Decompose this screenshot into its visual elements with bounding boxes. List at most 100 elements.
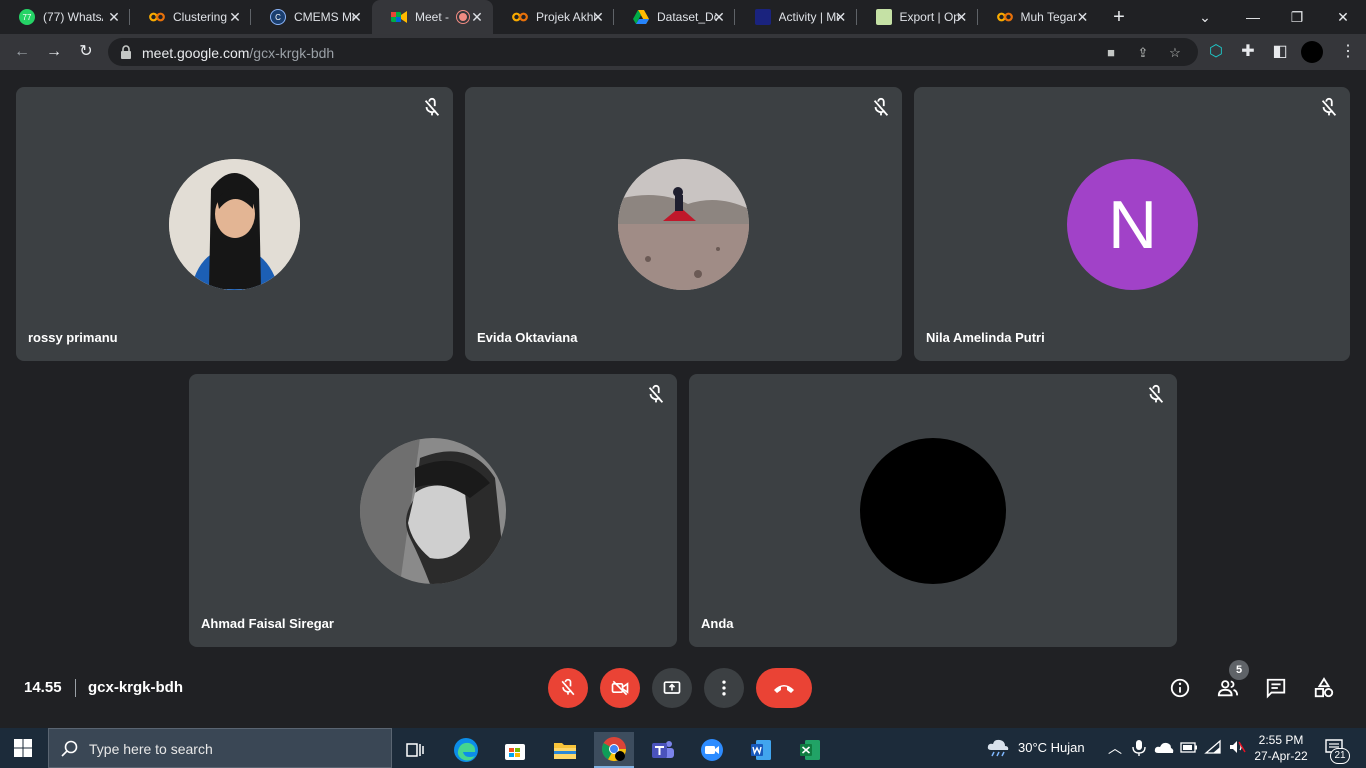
participant-name: Nila Amelinda Putri [926,330,1045,345]
colab-icon [149,9,165,25]
onedrive-cloud-icon[interactable] [1154,741,1174,754]
menu-dots-icon[interactable]: ⋮ [1336,40,1360,64]
participant-tile-self[interactable]: Anda [689,374,1177,647]
close-icon[interactable]: ✕ [1075,9,1091,25]
tab-title: Dataset_Do [657,10,717,24]
meeting-details-button[interactable] [1168,676,1192,700]
share-icon[interactable]: ⇪ [1134,44,1152,62]
address-bar[interactable]: meet.google.com/gcx-krgk-bdh ■ ⇪ ☆ [108,38,1198,66]
close-icon[interactable]: ✕ [590,9,606,25]
file-explorer-icon[interactable] [545,732,585,768]
avatar [169,159,300,290]
more-options-button[interactable] [704,668,744,708]
close-icon[interactable]: ✕ [348,9,364,25]
back-icon[interactable]: ← [10,40,34,64]
tab-whatsapp[interactable]: 77 (77) WhatsApp ✕ [0,0,130,34]
activity-icon [754,9,771,25]
browser-toolbar: ← → ↻ meet.google.com/gcx-krgk-bdh ■ ⇪ ☆… [0,34,1366,70]
end-call-button[interactable] [756,668,812,708]
forward-icon[interactable]: → [42,40,66,64]
close-icon[interactable]: ✕ [711,9,727,25]
participant-name: Anda [701,616,734,631]
profile-avatar[interactable] [1300,40,1324,64]
camera-in-use-icon[interactable]: ■ [1102,44,1120,62]
side-panel-icon[interactable]: ◧ [1268,40,1292,64]
url-text: meet.google.com/gcx-krgk-bdh [142,45,334,61]
microphone-icon[interactable] [1132,739,1146,757]
info-icon [1170,678,1190,698]
chrome-icon[interactable] [594,732,634,768]
close-icon[interactable]: ✕ [227,9,243,25]
clock-time: 2:55 PM [1258,733,1304,747]
minimize-icon[interactable]: — [1242,6,1264,28]
tab-search-chevron-icon[interactable]: ⌄ [1194,6,1216,28]
more-vert-icon [722,680,726,696]
camera-toggle-button[interactable] [600,668,640,708]
tab-cmems[interactable]: C CMEMS Motu ✕ [251,0,372,34]
colab-icon [996,9,1013,25]
mic-off-icon [1321,97,1337,116]
tab-dataset[interactable]: Dataset_Do ✕ [614,0,735,34]
taskbar-clock[interactable]: 2:55 PM 27-Apr-22 [1250,732,1312,764]
tray-chevron-up-icon[interactable]: ︿ [1108,738,1122,758]
mic-off-icon [424,97,440,116]
participant-tile[interactable]: Evida Oktaviana [465,87,902,361]
windows-start-icon[interactable] [14,739,32,757]
chat-button[interactable] [1264,676,1288,700]
drive-icon [633,9,649,25]
close-icon[interactable]: ✕ [833,9,849,25]
bookmark-star-icon[interactable]: ☆ [1166,44,1184,62]
extension-icon[interactable]: ⬡ [1204,40,1228,64]
lock-icon[interactable] [118,44,134,60]
tab-meet[interactable]: Meet - gcx ✕ [372,0,493,34]
avatar-letter: N [1107,186,1158,263]
people-icon [1217,680,1239,697]
word-icon[interactable] [741,732,781,768]
url-path: /gcx-krgk-bdh [249,45,335,61]
excel-icon[interactable] [790,732,830,768]
mic-toggle-button[interactable] [548,668,588,708]
avatar [860,438,1006,584]
mic-off-icon [1148,384,1164,403]
divider [75,679,76,697]
close-icon[interactable]: ✕ [469,9,485,25]
chat-icon [1266,678,1286,699]
extensions-puzzle-icon[interactable]: ✚ [1236,40,1260,64]
microsoft-store-icon[interactable] [495,732,535,768]
task-view-icon[interactable] [396,732,436,768]
activities-button[interactable] [1312,676,1336,700]
avatar-initial: N [1067,159,1198,290]
tab-activity[interactable]: Activity | Mo ✕ [736,0,857,34]
close-icon[interactable]: ✕ [106,9,122,25]
tab-projek-akhir[interactable]: Projek Akhir ✕ [493,0,614,34]
taskbar-search-box[interactable]: Type here to search [48,728,392,768]
teams-icon[interactable] [643,732,683,768]
participant-tile[interactable]: N Nila Amelinda Putri [914,87,1350,361]
tab-export[interactable]: Export | Op ✕ [857,0,978,34]
battery-icon[interactable] [1180,741,1198,754]
participant-tile[interactable]: rossy primanu [16,87,453,361]
close-icon[interactable]: ✕ [954,9,970,25]
wifi-icon[interactable] [1204,739,1222,755]
weather-rain-icon[interactable] [986,738,1010,758]
reload-icon[interactable]: ↻ [74,40,98,64]
window-close-icon[interactable]: ✕ [1332,6,1354,28]
volume-icon[interactable] [1228,739,1246,755]
zoom-icon[interactable] [692,732,732,768]
tab-title: Projek Akhir [536,10,596,24]
restore-icon[interactable]: ❐ [1286,6,1308,28]
end-call-icon [774,685,794,693]
present-screen-button[interactable] [652,668,692,708]
tab-clustering[interactable]: Clustering ✕ [130,0,251,34]
edge-icon[interactable] [446,732,486,768]
meet-icon [391,9,407,25]
participant-tile[interactable]: Ahmad Faisal Siregar [189,374,677,647]
new-tab-button[interactable]: + [1108,6,1130,28]
avatar [618,159,749,290]
mic-off-icon [648,384,664,403]
mic-off-icon [873,97,889,116]
notification-count-badge: 21 [1330,748,1350,764]
clock-date: 27-Apr-22 [1254,749,1308,763]
weather-text[interactable]: 30°C Hujan [1018,740,1085,755]
tab-muh-tegar[interactable]: Muh Tegar ✕ [978,0,1099,34]
